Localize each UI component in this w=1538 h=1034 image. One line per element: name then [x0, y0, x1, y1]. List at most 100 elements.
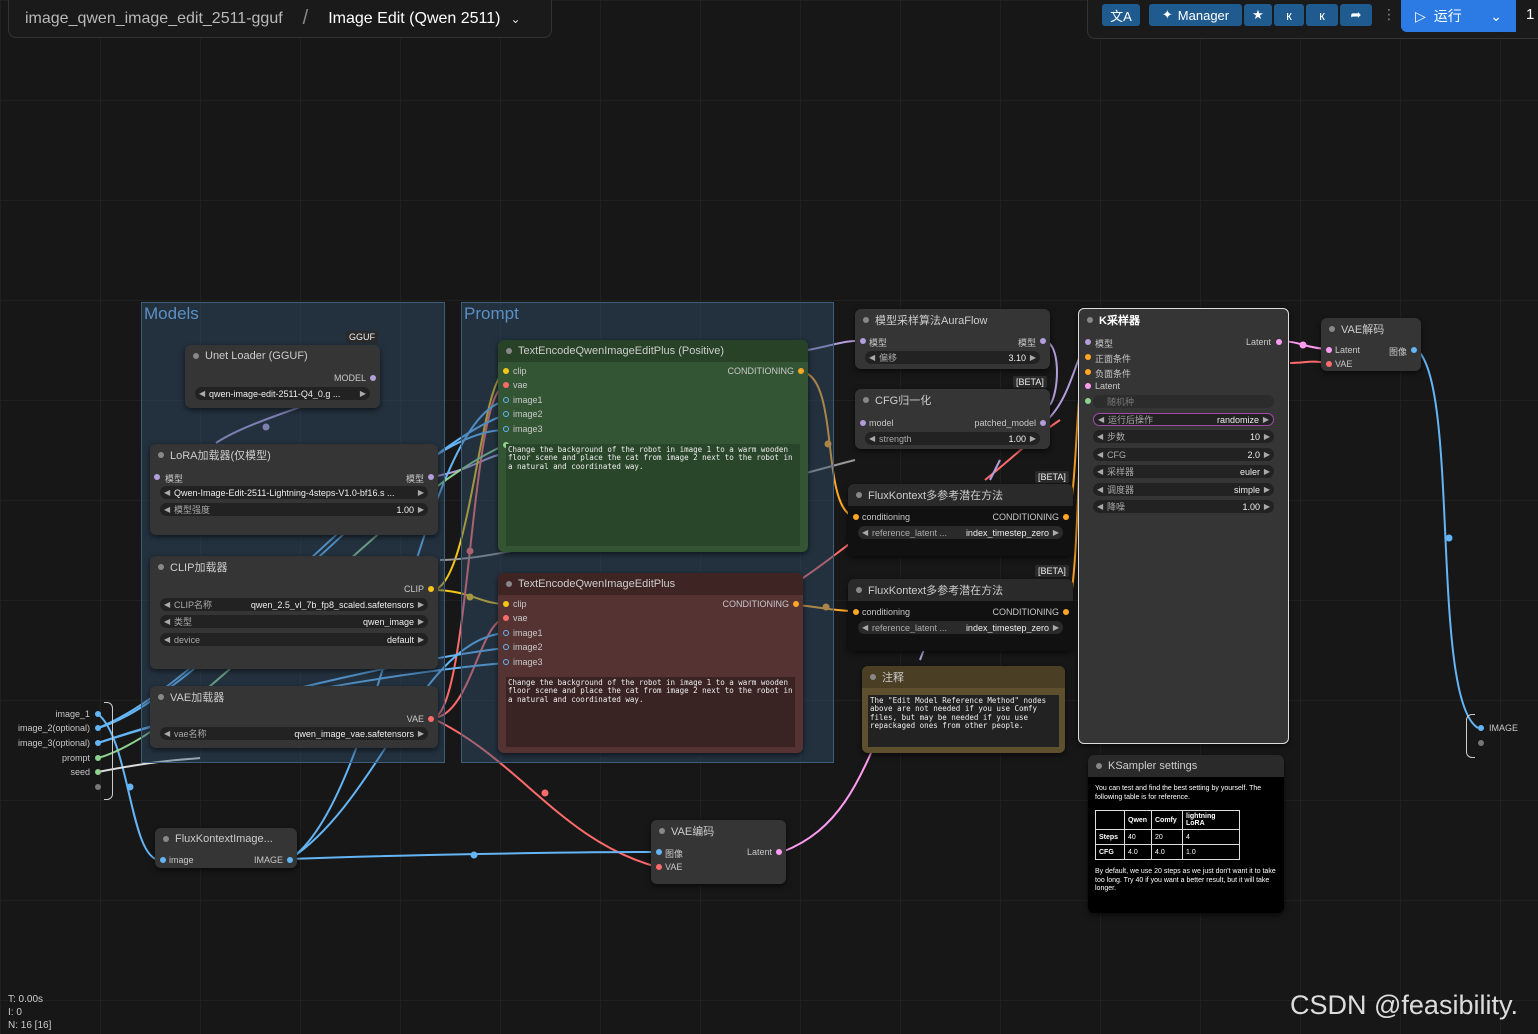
arrow-left-icon[interactable]: ◀: [862, 623, 868, 632]
output-port-empty[interactable]: [1478, 740, 1484, 746]
star-icon[interactable]: ★: [1244, 4, 1272, 26]
run-button[interactable]: ▷ 运行 ⌄: [1401, 0, 1516, 32]
node-flux-kontext-ref-2[interactable]: FluxKontext多参考潜在方法 conditioning CONDITIO…: [848, 579, 1073, 651]
input-port-latent[interactable]: [1085, 383, 1091, 389]
arrow-left-icon[interactable]: ◀: [199, 389, 205, 398]
collapse-dot-icon[interactable]: [158, 564, 164, 570]
node-note[interactable]: 注释 The "Edit Model Reference Method" nod…: [862, 666, 1065, 753]
collapse-dot-icon[interactable]: [163, 836, 169, 842]
arrow-left-icon[interactable]: ◀: [862, 528, 868, 537]
arrow-right-icon[interactable]: ▶: [1053, 623, 1059, 632]
port-seed[interactable]: [95, 769, 101, 775]
output-port-latent[interactable]: [776, 849, 782, 855]
prompt-textarea[interactable]: Change the background of the robot in im…: [506, 444, 800, 546]
node-text-encode-negative[interactable]: TextEncodeQwenImageEditPlus clip vae ima…: [498, 573, 803, 753]
arrow-right-icon[interactable]: ▶: [418, 635, 424, 644]
arrow-right-icon[interactable]: ▶: [1030, 434, 1036, 443]
node-ksampler[interactable]: K采样器 模型 正面条件 负面条件 Latent Latent 随机种 ◀ 运行…: [1078, 308, 1289, 744]
node-text-encode-positive[interactable]: TextEncodeQwenImageEditPlus (Positive) c…: [498, 340, 808, 552]
node-ksampler-settings[interactable]: KSampler settings You can test and find …: [1088, 755, 1284, 913]
clip-type-combo[interactable]: ◀ 类型 qwen_image ▶: [160, 615, 428, 628]
chevron-down-icon[interactable]: ⌄: [510, 12, 520, 26]
input-port-image2[interactable]: [503, 644, 509, 650]
arrow-right-icon[interactable]: ▶: [418, 729, 424, 738]
arrow-left-icon[interactable]: ◀: [1097, 502, 1103, 511]
node-cfg-norm[interactable]: CFG归一化 model patched_model ◀ strength 1.…: [855, 389, 1050, 449]
share-icon[interactable]: ➦: [1340, 4, 1372, 26]
port-prompt[interactable]: [95, 755, 101, 761]
port-image-3[interactable]: [95, 740, 101, 746]
shift-slider[interactable]: ◀ 偏移 3.10 ▶: [865, 351, 1040, 364]
node-title[interactable]: FluxKontextImage...: [155, 828, 297, 850]
workflow-tab[interactable]: Image Edit (Qwen 2511): [328, 10, 500, 28]
node-library-icon[interactable]: к: [1274, 4, 1304, 26]
arrow-right-icon[interactable]: ▶: [1053, 528, 1059, 537]
input-port-image3[interactable]: [503, 659, 509, 665]
input-port-negative[interactable]: [1085, 369, 1091, 375]
input-port-positive[interactable]: [1085, 354, 1091, 360]
collapse-dot-icon[interactable]: [856, 492, 862, 498]
node-title[interactable]: TextEncodeQwenImageEditPlus: [498, 573, 803, 595]
reference-method-combo[interactable]: ◀ reference_latent ... index_timestep_ze…: [858, 621, 1063, 634]
reference-method-combo[interactable]: ◀ reference_latent ... index_timestep_ze…: [858, 526, 1063, 539]
unet-name-combo[interactable]: ◀ qwen-image-edit-2511-Q4_0.g ... ▶: [195, 387, 370, 400]
node-flux-kontext-image-scale[interactable]: FluxKontextImage... image IMAGE: [155, 828, 297, 868]
arrow-right-icon[interactable]: ▶: [1030, 353, 1036, 362]
collapse-dot-icon[interactable]: [1087, 317, 1093, 323]
input-port-image[interactable]: [656, 849, 662, 855]
output-port-image[interactable]: [287, 857, 293, 863]
collapse-dot-icon[interactable]: [158, 694, 164, 700]
strength-slider[interactable]: ◀ strength 1.00 ▶: [865, 432, 1040, 445]
node-vae-encode[interactable]: VAE编码 图像 VAE Latent: [651, 820, 786, 884]
arrow-left-icon[interactable]: ◀: [164, 488, 170, 497]
arrow-left-icon[interactable]: ◀: [1098, 415, 1104, 424]
input-port-vae[interactable]: [656, 864, 662, 870]
translate-icon[interactable]: 文A: [1102, 4, 1140, 26]
node-title[interactable]: 模型采样算法AuraFlow: [855, 309, 1050, 331]
node-title[interactable]: K采样器: [1079, 309, 1288, 331]
input-port-model[interactable]: [860, 420, 866, 426]
node-clip-loader[interactable]: CLIP加载器 CLIP ◀ CLIP名称 qwen_2.5_vl_7b_fp8…: [150, 556, 438, 669]
output-port-image[interactable]: [1478, 725, 1484, 731]
queue-count[interactable]: 1: [1526, 6, 1534, 23]
clip-device-combo[interactable]: ◀ device default ▶: [160, 633, 428, 646]
arrow-right-icon[interactable]: ▶: [418, 617, 424, 626]
node-title[interactable]: KSampler settings: [1088, 755, 1284, 777]
arrow-left-icon[interactable]: ◀: [869, 434, 875, 443]
vae-name-combo[interactable]: ◀ vae名称 qwen_image_vae.safetensors ▶: [160, 727, 428, 740]
output-port-patched-model[interactable]: [1040, 420, 1046, 426]
collapse-dot-icon[interactable]: [863, 397, 869, 403]
model-library-icon[interactable]: к: [1306, 4, 1338, 26]
arrow-left-icon[interactable]: ◀: [164, 617, 170, 626]
output-port-vae[interactable]: [428, 716, 434, 722]
note-textarea[interactable]: The "Edit Model Reference Method" nodes …: [868, 695, 1059, 747]
node-vae-loader[interactable]: VAE加载器 VAE ◀ vae名称 qwen_image_vae.safete…: [150, 686, 438, 748]
arrow-right-icon[interactable]: ▶: [1264, 450, 1270, 459]
output-port-latent[interactable]: [1276, 339, 1282, 345]
input-port-vae[interactable]: [1326, 361, 1332, 367]
arrow-left-icon[interactable]: ◀: [1097, 450, 1103, 459]
arrow-right-icon[interactable]: ▶: [1264, 432, 1270, 441]
arrow-left-icon[interactable]: ◀: [164, 635, 170, 644]
collapse-dot-icon[interactable]: [1096, 763, 1102, 769]
collapse-dot-icon[interactable]: [158, 452, 164, 458]
collapse-dot-icon[interactable]: [856, 587, 862, 593]
output-port-conditioning[interactable]: [793, 601, 799, 607]
node-lora-loader[interactable]: LoRA加载器(仅模型) 模型 模型 ◀ Qwen-Image-Edit-251…: [150, 444, 438, 535]
arrow-right-icon[interactable]: ▶: [360, 389, 366, 398]
input-port-clip[interactable]: [503, 601, 509, 607]
node-flux-kontext-ref-1[interactable]: FluxKontext多参考潜在方法 conditioning CONDITIO…: [848, 484, 1073, 556]
input-port-model[interactable]: [1085, 339, 1091, 345]
output-port-model[interactable]: [1040, 338, 1046, 344]
collapse-dot-icon[interactable]: [506, 348, 512, 354]
node-title[interactable]: LoRA加载器(仅模型): [150, 444, 438, 466]
input-port-conditioning[interactable]: [853, 609, 859, 615]
sampler-combo[interactable]: ◀ 采样器 euler ▶: [1093, 465, 1274, 478]
arrow-left-icon[interactable]: ◀: [164, 505, 170, 514]
input-port-clip[interactable]: [503, 368, 509, 374]
input-port-seed[interactable]: [1085, 398, 1091, 404]
output-port-clip[interactable]: [428, 586, 434, 592]
collapse-dot-icon[interactable]: [659, 828, 665, 834]
scheduler-combo[interactable]: ◀ 调度器 simple ▶: [1093, 483, 1274, 496]
node-title[interactable]: FluxKontext多参考潜在方法: [848, 579, 1073, 601]
